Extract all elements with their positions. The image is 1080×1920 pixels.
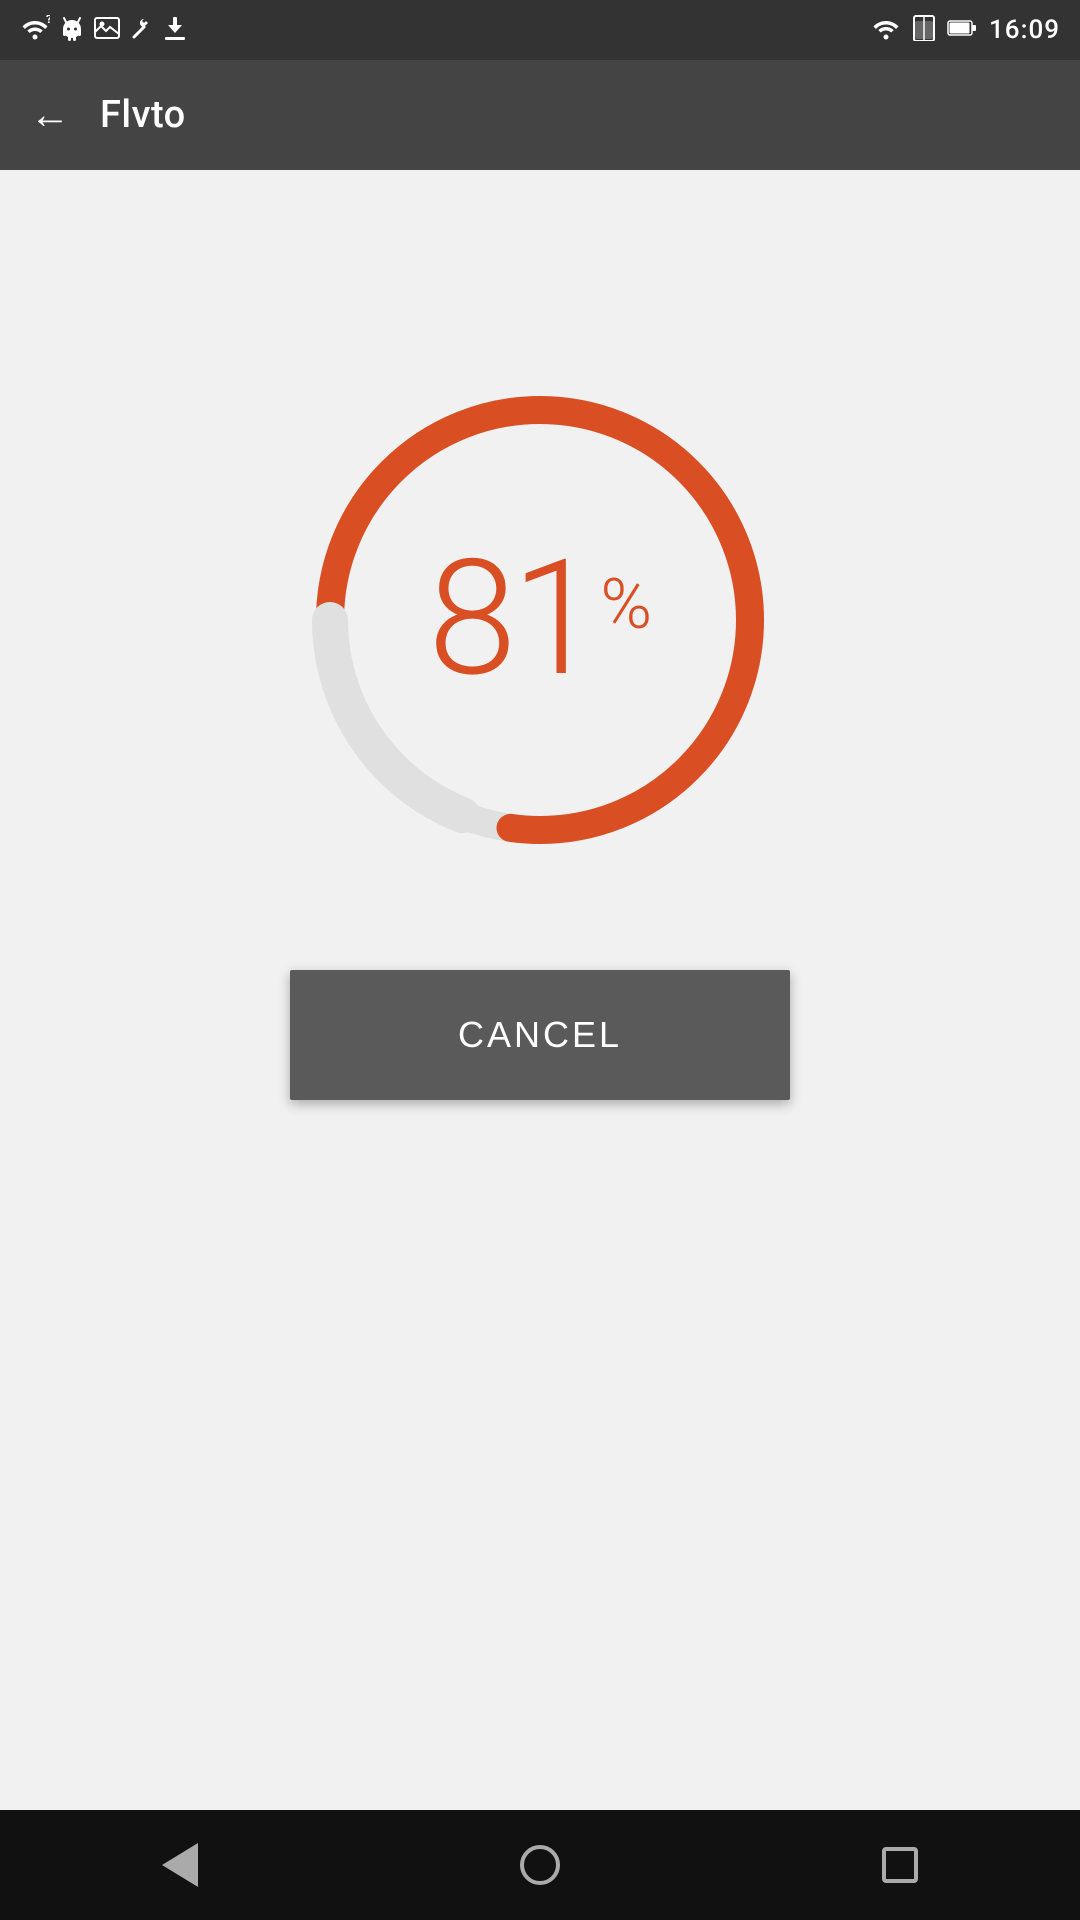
status-time: 16:09 [989,15,1060,45]
sim-locked-icon [913,15,935,46]
status-bar-right: 16:09 [871,15,1060,46]
progress-percent: % [600,570,652,640]
back-nav-button[interactable] [140,1825,220,1905]
wifi-question-icon: ? [20,15,50,46]
battery-icon [947,18,977,43]
nav-bar [0,1810,1080,1920]
home-nav-button[interactable] [500,1825,580,1905]
main-content: 81 % CANCEL [0,170,1080,1810]
recent-nav-icon [882,1847,918,1883]
app-bar: ← Flvto [0,60,1080,170]
svg-text:?: ? [46,15,50,26]
status-bar-left: ? [20,15,186,46]
tools-icon [130,15,154,46]
image-icon [94,17,120,44]
download-icon [164,15,186,46]
cancel-button[interactable]: CANCEL [290,970,790,1100]
progress-container: 81 % [290,370,790,870]
app-title: Flvto [100,93,186,137]
back-button[interactable]: ← [30,95,70,135]
progress-label: 81 % [428,540,652,700]
android-icon [60,15,84,46]
recent-nav-button[interactable] [860,1825,940,1905]
wifi-full-icon [871,16,901,45]
status-bar: ? [0,0,1080,60]
progress-number: 81 [428,540,596,700]
home-nav-icon [520,1845,560,1885]
back-nav-icon [162,1843,198,1887]
